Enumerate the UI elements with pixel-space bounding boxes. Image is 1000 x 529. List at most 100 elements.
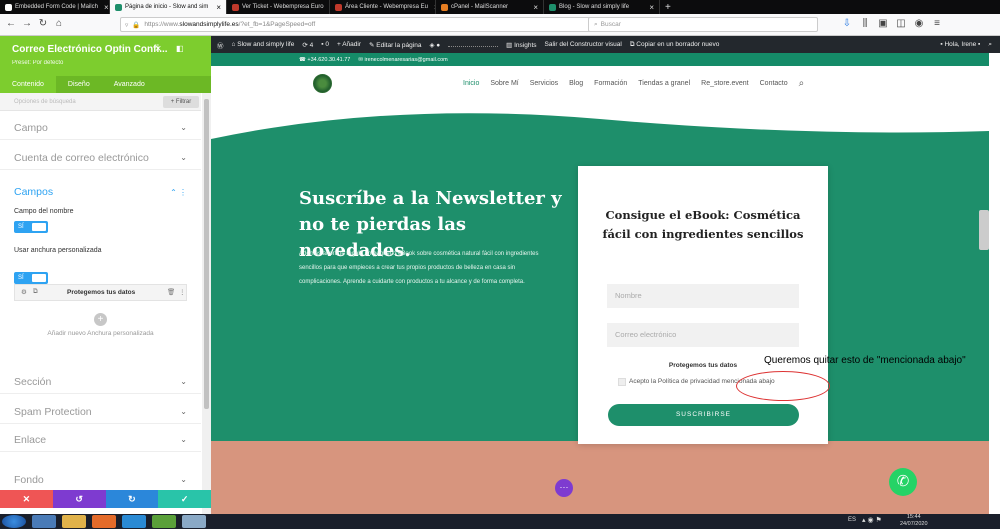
sidebar-icon[interactable]: ▣ xyxy=(876,17,890,31)
new-tab-button[interactable]: + xyxy=(660,0,680,14)
whatsapp-icon[interactable]: ✆ xyxy=(889,468,917,496)
menu-item-inicio[interactable]: Inicio xyxy=(463,80,479,87)
section-fondo[interactable]: Fondo ⌄ xyxy=(0,468,201,492)
account-icon[interactable]: ◉ xyxy=(912,17,926,31)
subscribe-button[interactable]: SUSCRIBIRSE xyxy=(608,404,799,426)
menu-item-tiendas[interactable]: Tiendas a granel xyxy=(638,80,690,87)
more-icon[interactable]: ⋮ xyxy=(179,288,186,296)
browser-tab[interactable]: Área Cliente - Webempresa Eu× xyxy=(330,0,436,14)
browser-tab[interactable]: Blog - Slow and simply life × xyxy=(544,0,660,14)
wp-edit-link[interactable]: ✎ Editar la página xyxy=(369,41,421,49)
wp-user-link[interactable]: ▪ Hola, Irene ▪ xyxy=(940,41,980,48)
menu-item-formacion[interactable]: Formación xyxy=(594,80,627,87)
section-cuenta[interactable]: Cuenta de correo electrónico ⌄ xyxy=(0,146,201,170)
page-scrollbar[interactable] xyxy=(979,210,989,250)
section-campos[interactable]: Campos ⌃ ⋮ xyxy=(0,180,201,204)
privacy-checkbox[interactable] xyxy=(618,378,626,386)
close-icon[interactable]: × xyxy=(101,3,109,12)
wp-insights-link[interactable]: ▥ Insights xyxy=(506,41,536,49)
menu-item-servicios[interactable]: Servicios xyxy=(530,80,558,87)
save-button[interactable]: ✓ xyxy=(158,490,211,508)
tab-diseno[interactable]: Diseño xyxy=(56,76,102,93)
wp-comments-link[interactable]: ▪ 0 xyxy=(321,41,329,48)
close-icon[interactable]: × xyxy=(155,43,161,55)
campo-nombre-toggle[interactable]: SÍ xyxy=(14,221,48,233)
phone-text[interactable]: ☎ +34.620.30.41.77 xyxy=(299,57,350,63)
browser-tab[interactable]: Embedded Form Code | Mailch × xyxy=(0,0,110,14)
options-search-input[interactable]: Opciones de búsqueda xyxy=(14,99,76,105)
section-enlace[interactable]: Enlace ⌄ xyxy=(0,428,201,452)
language-indicator[interactable]: ES xyxy=(848,517,856,523)
section-spam[interactable]: Spam Protection ⌄ xyxy=(0,400,201,424)
download-icon[interactable]: ⇩ xyxy=(840,17,854,31)
tab-contenido[interactable]: Contenido xyxy=(0,76,56,93)
wp-exit-builder-link[interactable]: Salir del Constructor visual xyxy=(545,41,622,48)
wordpress-icon[interactable]: Ⓦ xyxy=(217,40,224,50)
app-icon[interactable] xyxy=(152,515,176,528)
close-icon[interactable]: × xyxy=(646,3,654,12)
close-icon[interactable]: × xyxy=(213,3,221,12)
hero-text: Además ahora te regalo un pequeño eBook … xyxy=(299,251,539,285)
chrome-icon[interactable] xyxy=(32,515,56,528)
menu-item-sobre-mi[interactable]: Sobre Mí xyxy=(490,80,518,87)
panel-scrollbar[interactable] xyxy=(202,93,211,514)
filter-button[interactable]: + Filtrar xyxy=(163,96,199,108)
back-icon[interactable]: ← xyxy=(4,17,18,31)
search-icon[interactable]: ⌕ xyxy=(988,41,992,49)
search-icon[interactable]: ⌕ xyxy=(799,78,805,89)
section-seccion[interactable]: Sección ⌄ xyxy=(0,370,201,394)
explorer-icon[interactable] xyxy=(62,515,86,528)
search-icon: ⌕ xyxy=(594,20,598,28)
site-logo[interactable] xyxy=(313,74,332,93)
main-menu: Inicio Sobre Mí Servicios Blog Formación… xyxy=(463,66,804,101)
panel-header: Correo Electrónico Optin Confi... × ◧ Pr… xyxy=(0,36,211,76)
tray-icons[interactable]: ▴ ◉ ⚑ xyxy=(862,516,882,524)
container-icon[interactable]: ◫ xyxy=(894,17,908,31)
scrollbar-thumb[interactable] xyxy=(204,99,209,409)
gear-icon[interactable]: ⚙ xyxy=(21,288,27,296)
skype-icon[interactable] xyxy=(122,515,146,528)
wp-updates-link[interactable]: ⟳ 4 xyxy=(302,41,313,49)
name-input[interactable]: Nombre xyxy=(607,284,799,308)
wp-add-link[interactable]: + Añadir xyxy=(337,41,361,48)
search-input[interactable]: ⌕ Buscar xyxy=(588,17,818,32)
copy-icon[interactable]: ⧉ xyxy=(33,288,38,296)
layout-icon[interactable]: ◧ xyxy=(176,44,184,53)
app-icon[interactable] xyxy=(182,515,206,528)
menu-icon[interactable]: ≡ xyxy=(930,17,944,31)
email-text[interactable]: ✉ irenecolmenaresarias@gmail.com xyxy=(358,57,447,63)
builder-more-button[interactable]: ··· xyxy=(555,479,573,497)
menu-item-contacto[interactable]: Contacto xyxy=(760,80,788,87)
close-icon[interactable]: × xyxy=(530,3,538,12)
wp-seo-icon[interactable]: ◈ ● xyxy=(429,41,440,49)
url-bar[interactable]: ▿ 🔒 https://www.slowandsimplylife.es/?et… xyxy=(120,17,650,32)
start-button[interactable] xyxy=(2,515,26,528)
discard-button[interactable]: ✕ xyxy=(0,490,53,508)
wp-copy-draft-link[interactable]: ⧉ Copiar en un borrador nuevo xyxy=(630,41,720,49)
redo-button[interactable]: ↻ xyxy=(105,490,159,508)
menu-item-restore[interactable]: Re_store.event xyxy=(701,80,748,87)
browser-tab-active[interactable]: Página de inicio - Slow and sim × xyxy=(110,0,227,14)
chevron-down-icon: ⌄ xyxy=(180,377,187,386)
preset-label[interactable]: Preset: Por defecto xyxy=(12,60,63,66)
field-item[interactable]: ⚙ ⧉ Protegemos tus datos 🗑 ⋮ xyxy=(14,284,187,301)
add-custom-width-link[interactable]: Añadir nuevo Anchura personalizada xyxy=(14,330,187,337)
email-input[interactable]: Correo electrónico xyxy=(607,323,799,347)
reload-icon[interactable]: ↻ xyxy=(36,17,50,31)
browser-tab[interactable]: Ver Ticket - Webempresa Euro× xyxy=(227,0,330,14)
anchura-toggle[interactable]: SÍ xyxy=(14,272,48,284)
home-icon[interactable]: ⌂ xyxy=(52,17,66,31)
clock[interactable]: 15:44 24/07/2020 xyxy=(900,514,928,528)
undo-button[interactable]: ↺ xyxy=(52,490,106,508)
section-campo[interactable]: Campo ⌄ xyxy=(0,116,201,140)
forward-icon[interactable]: → xyxy=(20,17,34,31)
menu-item-blog[interactable]: Blog xyxy=(569,80,583,87)
browser-tab[interactable]: cPanel - MailScanner × xyxy=(436,0,544,14)
wp-site-link[interactable]: ⌂ Slow and simply life xyxy=(232,41,295,48)
options-search: Opciones de búsqueda + Filtrar xyxy=(0,93,201,111)
library-icon[interactable]: ⫼ xyxy=(858,17,872,31)
add-icon[interactable]: + xyxy=(94,313,107,326)
firefox-icon[interactable] xyxy=(92,515,116,528)
tab-avanzado[interactable]: Avanzado xyxy=(102,76,157,93)
trash-icon[interactable]: 🗑 xyxy=(167,288,175,296)
